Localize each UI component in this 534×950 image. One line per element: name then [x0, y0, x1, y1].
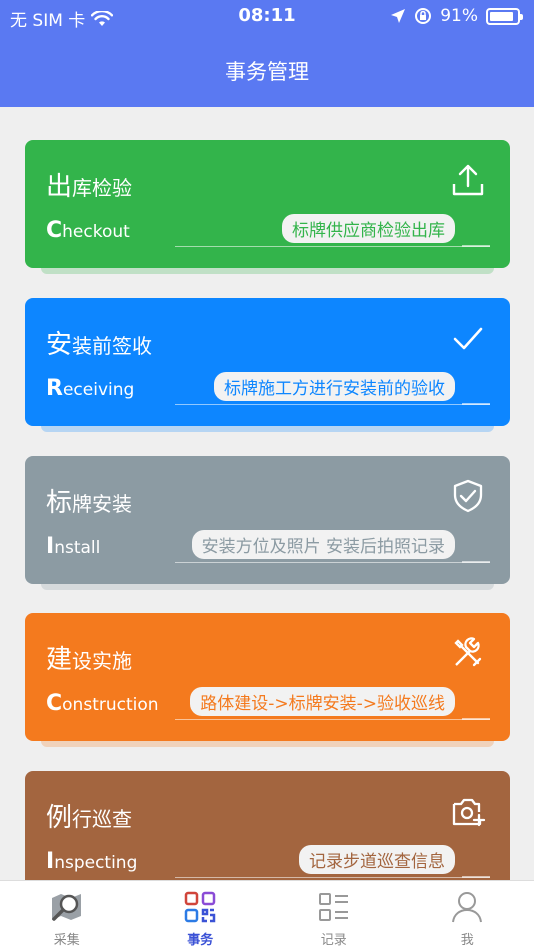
card-receiving[interactable]: 安装前签收 Receiving 标牌施工方进行安装前的验收: [25, 298, 510, 432]
card-description-tag: 安装方位及照片 安装后拍照记录: [191, 530, 455, 559]
divider-accent: [462, 876, 490, 878]
tab-list[interactable]: 记录: [267, 881, 401, 950]
card-title: 例行巡查: [46, 803, 133, 833]
tab-bar: 采集 事务 记录 我: [0, 880, 534, 950]
tab-label: 我: [460, 933, 474, 948]
tab-qrcode[interactable]: 事务: [134, 881, 268, 950]
divider-accent: [462, 561, 490, 563]
list-icon: [316, 889, 352, 929]
page-title: 事务管理: [225, 60, 309, 84]
tab-user[interactable]: 我: [401, 881, 534, 950]
card-shadow: [41, 264, 494, 274]
tools-icon: [450, 635, 486, 671]
battery-icon: [486, 7, 523, 25]
divider-line: [175, 404, 490, 405]
camera-add-icon: [450, 793, 486, 829]
divider-line: [175, 246, 490, 247]
location-arrow-icon: [391, 9, 406, 23]
divider-line: [175, 877, 490, 878]
card-description-tag: 记录步道巡查信息: [299, 845, 455, 874]
qrcode-icon: [182, 889, 218, 929]
card-shadow: [41, 580, 494, 590]
divider-line: [175, 719, 490, 720]
check-icon: [450, 320, 486, 356]
card-shadow: [41, 422, 494, 432]
card-title: 标牌安装: [46, 488, 133, 518]
tab-label: 采集: [53, 933, 80, 948]
card-subtitle: Inspecting: [46, 849, 138, 874]
tab-label: 事务: [187, 933, 214, 948]
divider-accent: [462, 245, 490, 247]
card-checkout[interactable]: 出库检验 Checkout 标牌供应商检验出库: [25, 140, 510, 274]
upload-icon: [450, 162, 486, 198]
card-title: 建设实施: [46, 645, 133, 675]
card-title: 出库检验: [46, 172, 133, 202]
card-description-tag: 标牌施工方进行安装前的验收: [214, 372, 455, 401]
header-bar: 无 SIM 卡 08:11 91% 事务管理: [0, 0, 534, 107]
divider-line: [175, 562, 490, 563]
divider-accent: [462, 403, 490, 405]
card-description-tag: 路体建设->标牌安装->验收巡线: [190, 687, 455, 716]
tab-label: 记录: [320, 933, 347, 948]
battery-percent: 91%: [440, 6, 478, 26]
card-subtitle: Construction: [46, 691, 159, 716]
card-subtitle: Install: [46, 534, 101, 559]
status-bar: 无 SIM 卡 08:11 91%: [0, 0, 534, 36]
card-construction[interactable]: 建设实施 Construction 路体建设->标牌安装->验收巡线: [25, 613, 510, 747]
shield-check-icon: [450, 478, 486, 514]
map-search-icon: [49, 889, 85, 929]
user-icon: [449, 889, 485, 929]
card-shadow: [41, 737, 494, 747]
card-title: 安装前签收: [46, 330, 153, 360]
card-subtitle: Checkout: [46, 218, 130, 243]
card-install[interactable]: 标牌安装 Install 安装方位及照片 安装后拍照记录: [25, 456, 510, 590]
card-subtitle: Receiving: [46, 376, 135, 401]
tab-map-search[interactable]: 采集: [0, 881, 134, 950]
orientation-lock-icon: [415, 8, 432, 24]
divider-accent: [462, 718, 490, 720]
card-description-tag: 标牌供应商检验出库: [282, 214, 455, 243]
